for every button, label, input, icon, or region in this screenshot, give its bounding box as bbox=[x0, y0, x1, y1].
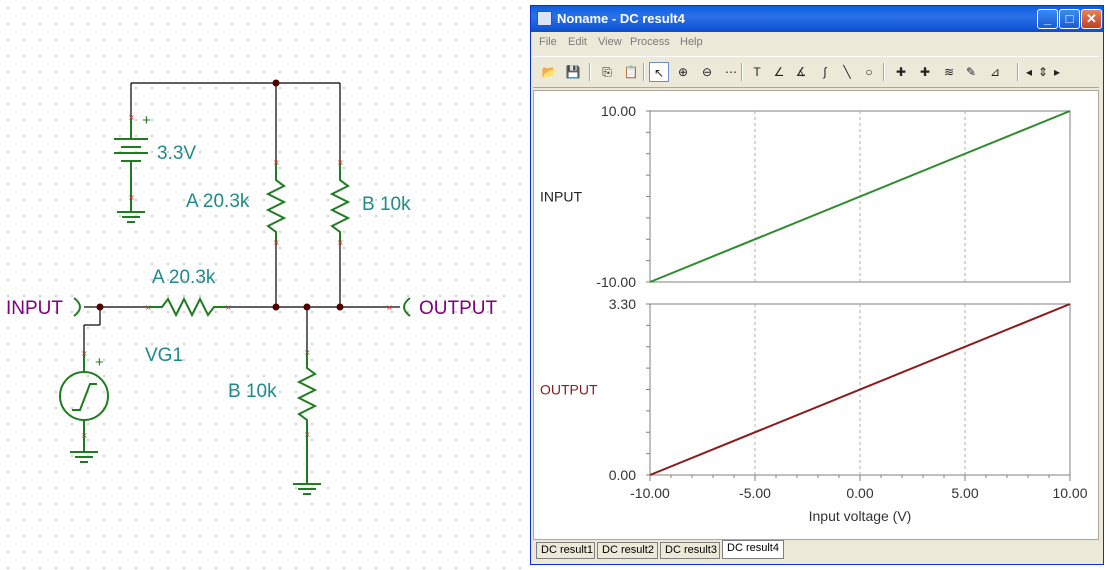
svg-text:×: × bbox=[386, 303, 393, 312]
probe-button[interactable]: ✎ bbox=[961, 62, 981, 82]
x-tick-label: 0.00 bbox=[846, 485, 873, 501]
battery-symbol bbox=[114, 118, 148, 223]
svg-text:×: × bbox=[128, 113, 135, 122]
curve-label-2-button[interactable]: ∡ bbox=[791, 62, 811, 82]
resistor-a-top-symbol bbox=[265, 162, 287, 243]
svg-text:×: × bbox=[273, 158, 280, 167]
menu-view[interactable]: View bbox=[598, 36, 622, 48]
svg-text:×: × bbox=[337, 238, 344, 247]
toolbar-separator bbox=[1017, 63, 1019, 81]
grid-button[interactable]: ⋯ bbox=[721, 62, 741, 82]
resistor-a-series-label[interactable]: A 20.3k bbox=[152, 267, 215, 289]
toolbar-separator bbox=[883, 63, 885, 81]
svg-text:×: × bbox=[337, 158, 344, 167]
svg-text:×: × bbox=[128, 193, 135, 202]
svg-text:×: × bbox=[273, 238, 280, 247]
resistor-b-bottom-symbol bbox=[296, 352, 318, 434]
x-axis-label: Input voltage (V) bbox=[809, 508, 912, 524]
resistor-a-series-symbol bbox=[148, 296, 228, 318]
y-axis-label: OUTPUT bbox=[540, 382, 598, 398]
output-port-label[interactable]: OUTPUT bbox=[419, 298, 497, 320]
svg-text:×: × bbox=[225, 303, 232, 312]
svg-text:×: × bbox=[304, 430, 311, 439]
minimize-button[interactable]: _ bbox=[1037, 9, 1058, 29]
schematic-canvas[interactable]: × × × × × × × × × × × × × + 3.3V A 20.3k B 10k… bbox=[0, 0, 528, 570]
zoom-100-button[interactable]: ⊖ bbox=[697, 62, 717, 82]
battery-value-label[interactable]: 3.3V bbox=[157, 143, 196, 165]
tab-dc-result1[interactable]: DC result1 bbox=[536, 542, 595, 559]
resistor-a-top-label[interactable]: A 20.3k bbox=[186, 191, 249, 213]
paste-button[interactable]: 📋 bbox=[621, 62, 641, 82]
arrow-updown-button[interactable]: ⇕ bbox=[1036, 62, 1050, 82]
svg-text:×: × bbox=[81, 349, 88, 358]
menu-edit[interactable]: Edit bbox=[568, 36, 587, 48]
resistor-b-top-label[interactable]: B 10k bbox=[362, 194, 411, 216]
resistor-b-bottom-label[interactable]: B 10k bbox=[228, 381, 277, 403]
x-tick-label: -5.00 bbox=[739, 485, 771, 501]
y-tick-label-top: 10.00 bbox=[601, 103, 636, 119]
plot-svg: 10.00 -10.00 INPUT 3.30 0.00 OUTPUT -10.00 -5.0… bbox=[540, 103, 1088, 524]
toolbar: 📂 💾 ⎘ 📋 ↖ ⊕ ⊖ ⋯ T ∠ ∡ ∫ ╲ ○ ✚ ✚ ≋ ✎ ⊿ ◂ ⇕ ▸ bbox=[533, 56, 1099, 88]
plot-area[interactable]: 10.00 -10.00 INPUT 3.30 0.00 OUTPUT -10.00 -5.0… bbox=[533, 90, 1099, 540]
x-tick-label: -10.00 bbox=[630, 485, 670, 501]
save-button[interactable]: 💾 bbox=[563, 62, 583, 82]
toolbar-separator bbox=[741, 63, 743, 81]
arrow-right-button[interactable]: ▸ bbox=[1050, 62, 1064, 82]
toolbar-separator bbox=[589, 63, 591, 81]
y-axis-label: INPUT bbox=[540, 189, 582, 205]
menu-file[interactable]: File bbox=[539, 36, 557, 48]
tab-dc-result3[interactable]: DC result3 bbox=[660, 542, 720, 559]
y-tick-label-top: 3.30 bbox=[609, 296, 636, 312]
output-port-symbol bbox=[403, 297, 411, 317]
toolbar-separator bbox=[643, 63, 645, 81]
source-label[interactable]: VG1 bbox=[145, 345, 183, 367]
maximize-button[interactable]: □ bbox=[1059, 9, 1080, 29]
input-port-label[interactable]: INPUT bbox=[6, 298, 63, 320]
zoom-in-button[interactable]: ⊕ bbox=[673, 62, 693, 82]
y-tick-label-bottom: -10.00 bbox=[596, 274, 636, 290]
cursor-b-button[interactable]: ✚ bbox=[915, 62, 935, 82]
tab-dc-result2[interactable]: DC result2 bbox=[597, 542, 658, 559]
x-tick-label: 10.00 bbox=[1052, 485, 1087, 501]
slope-button[interactable]: ⊿ bbox=[985, 62, 1005, 82]
resistor-b-top-symbol bbox=[329, 162, 351, 243]
svg-text:×: × bbox=[304, 348, 311, 357]
cursor-a-button[interactable]: ✚ bbox=[891, 62, 911, 82]
ground-bottom-symbol bbox=[293, 434, 321, 495]
menu-process[interactable]: Process bbox=[630, 36, 670, 48]
curve-label-button[interactable]: ∠ bbox=[769, 62, 789, 82]
app-icon[interactable] bbox=[537, 11, 552, 26]
dc-result-window[interactable]: Noname - DC result4 _ □ ✕ File Edit View… bbox=[530, 5, 1104, 565]
line-button[interactable]: ╲ bbox=[837, 62, 857, 82]
source-plus-sign: + bbox=[95, 354, 104, 371]
schematic-wiring: × × × × × × × × × × × × × bbox=[59, 79, 411, 495]
menu-bar: File Edit View Process Help bbox=[531, 33, 1103, 53]
svg-text:×: × bbox=[81, 431, 88, 440]
battery-plus-sign: + bbox=[142, 112, 151, 129]
x-tick-label: 5.00 bbox=[951, 485, 978, 501]
tab-dc-result4[interactable]: DC result4 bbox=[722, 540, 784, 559]
input-port-symbol bbox=[73, 297, 81, 317]
open-folder-button[interactable]: 📂 bbox=[539, 62, 559, 82]
circle-button[interactable]: ○ bbox=[859, 62, 879, 82]
pointer-button[interactable]: ↖ bbox=[649, 62, 669, 82]
text-button[interactable]: T bbox=[747, 62, 767, 82]
menu-help[interactable]: Help bbox=[680, 36, 703, 48]
y-tick-label-bottom: 0.00 bbox=[609, 467, 636, 483]
arrow-left-button[interactable]: ◂ bbox=[1022, 62, 1036, 82]
window-title: Noname - DC result4 bbox=[557, 11, 685, 26]
waves-button[interactable]: ≋ bbox=[939, 62, 959, 82]
copy-button[interactable]: ⎘ bbox=[597, 62, 617, 82]
close-button[interactable]: ✕ bbox=[1081, 9, 1102, 29]
svg-text:×: × bbox=[145, 303, 152, 312]
title-bar[interactable]: Noname - DC result4 _ □ ✕ bbox=[531, 6, 1103, 32]
formula-button[interactable]: ∫ bbox=[815, 62, 835, 82]
